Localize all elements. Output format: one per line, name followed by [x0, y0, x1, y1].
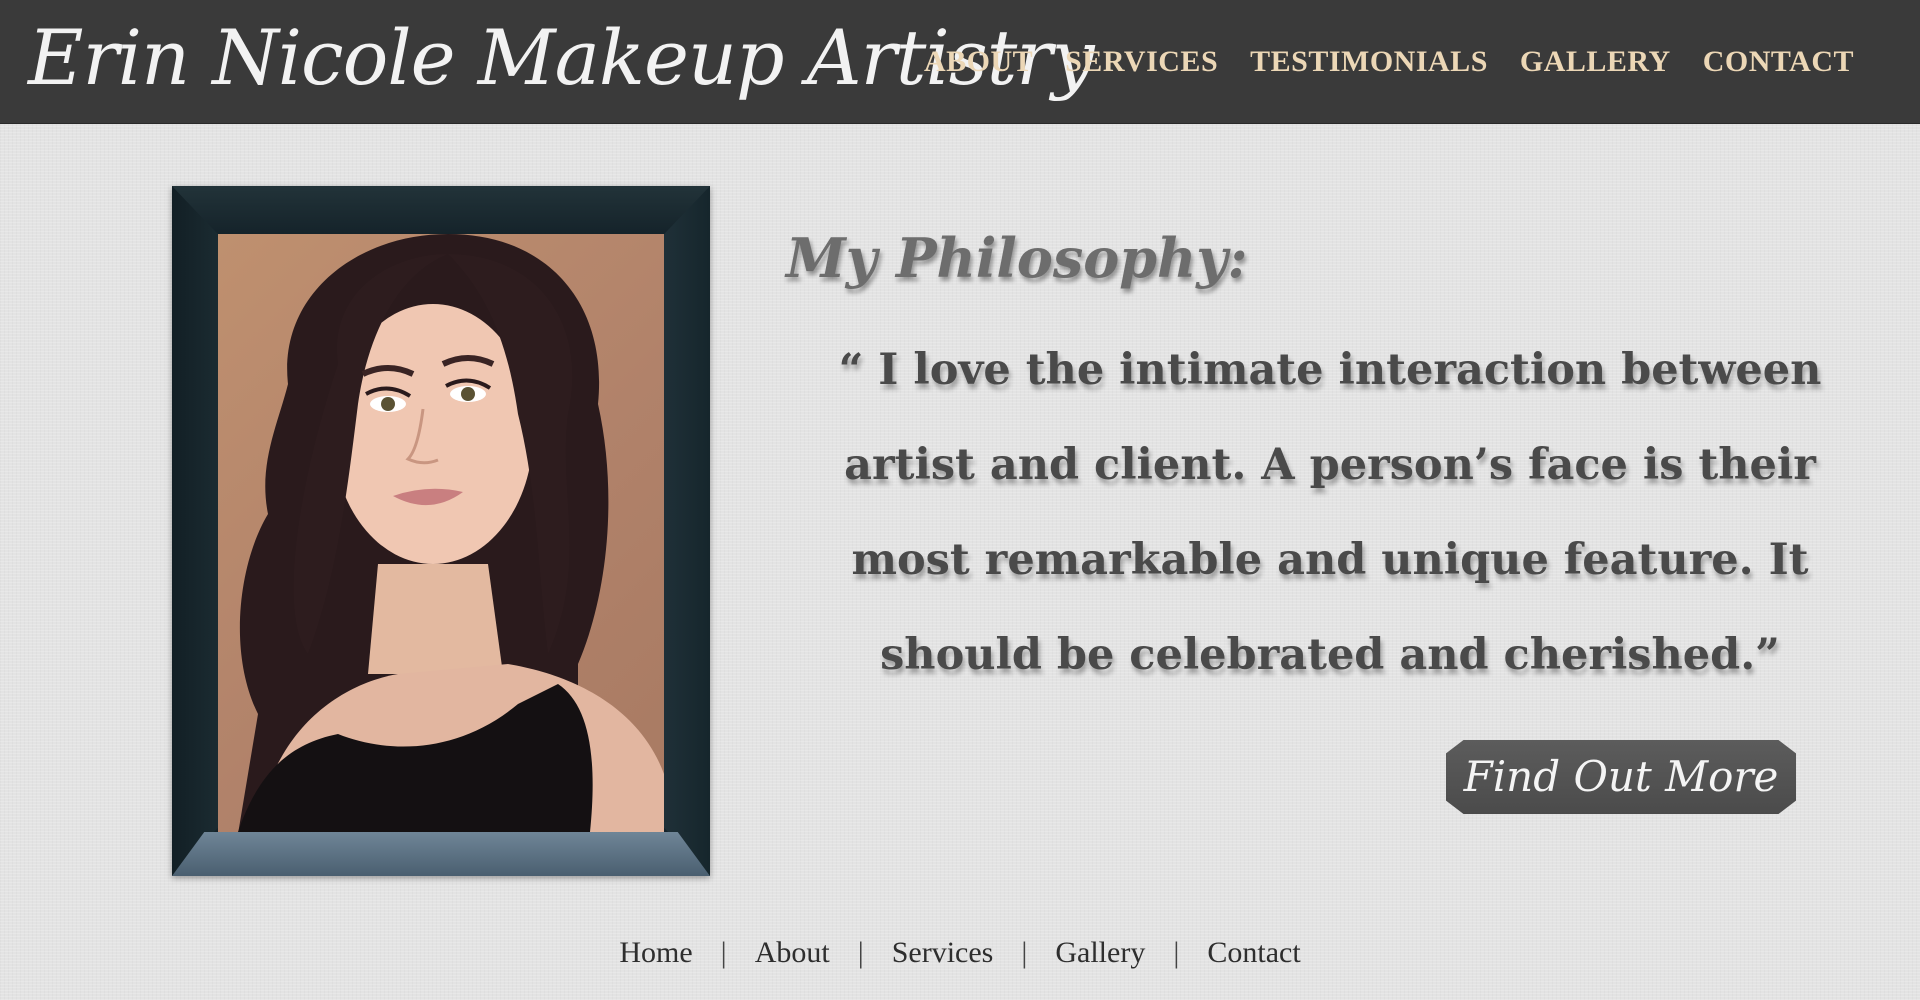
portrait-frame — [172, 186, 710, 876]
quote-line: “ I love the intimate interaction betwee… — [838, 345, 1822, 395]
frame-bevel-right — [664, 186, 710, 876]
footer-link-contact[interactable]: Contact — [1201, 936, 1306, 969]
nav-services[interactable]: SERVICES — [1049, 42, 1234, 82]
site-header: Erin Nicole Makeup Artistry ABOUT SERVIC… — [0, 0, 1920, 124]
nav-contact[interactable]: CONTACT — [1687, 42, 1870, 82]
footer-link-home[interactable]: Home — [613, 936, 698, 969]
footer-separator: | — [857, 936, 864, 969]
top-nav: ABOUT SERVICES TESTIMONIALS GALLERY CONT… — [908, 42, 1870, 82]
quote-line: most remarkable and unique feature. It — [851, 535, 1809, 585]
nav-testimonials[interactable]: TESTIMONIALS — [1234, 42, 1504, 82]
frame-bevel-top — [172, 186, 710, 234]
portrait-illustration — [238, 234, 664, 832]
footer-link-about[interactable]: About — [749, 936, 836, 969]
footer-separator: | — [1021, 936, 1028, 969]
footer-separator: | — [720, 936, 727, 969]
footer-link-gallery[interactable]: Gallery — [1049, 936, 1151, 969]
footer-nav: Home | About | Services | Gallery | Contact — [0, 936, 1920, 970]
footer-link-services[interactable]: Services — [886, 936, 1000, 969]
quote-line: artist and client. A person’s face is th… — [844, 440, 1816, 490]
footer-separator: | — [1173, 936, 1180, 969]
frame-bevel-bottom — [172, 832, 710, 876]
philosophy-heading: My Philosophy: — [786, 226, 1248, 291]
nav-about[interactable]: ABOUT — [908, 42, 1049, 82]
quote-line: should be celebrated and cherished.” — [880, 630, 1780, 680]
nav-gallery[interactable]: GALLERY — [1504, 42, 1687, 82]
find-out-more-button[interactable]: Find Out More — [1446, 740, 1796, 814]
frame-bevel-left — [172, 186, 218, 876]
philosophy-quote: “ I love the intimate interaction betwee… — [830, 323, 1830, 703]
portrait-photo — [218, 234, 664, 832]
